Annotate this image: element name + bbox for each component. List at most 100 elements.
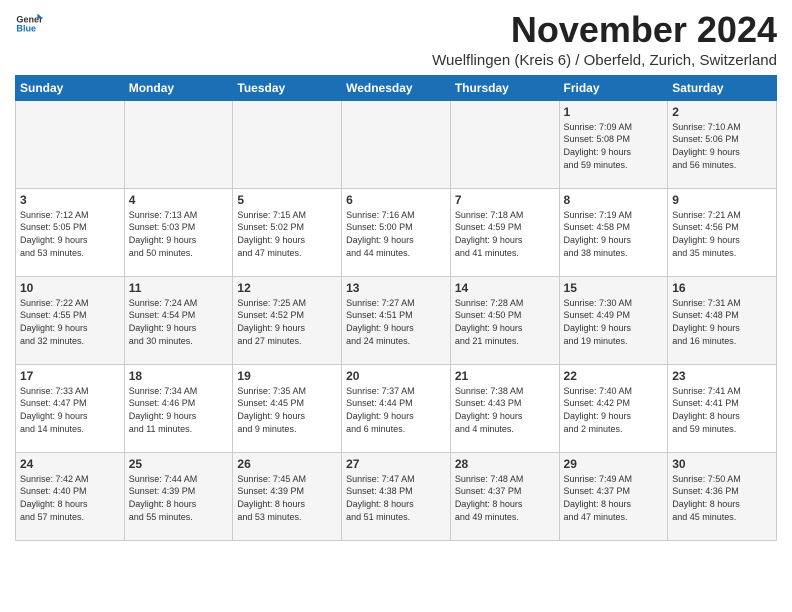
day-number: 26 <box>237 456 337 472</box>
calendar-cell: 11Sunrise: 7:24 AM Sunset: 4:54 PM Dayli… <box>124 276 233 364</box>
day-number: 3 <box>20 192 120 208</box>
logo: General Blue <box>15 10 43 38</box>
logo-icon: General Blue <box>15 10 43 38</box>
header: General Blue November 2024 Wuelflingen (… <box>15 10 777 69</box>
calendar-cell: 21Sunrise: 7:38 AM Sunset: 4:43 PM Dayli… <box>450 364 559 452</box>
day-info: Sunrise: 7:48 AM Sunset: 4:37 PM Dayligh… <box>455 473 555 523</box>
weekday-header-friday: Friday <box>559 75 668 100</box>
day-number: 21 <box>455 368 555 384</box>
day-info: Sunrise: 7:21 AM Sunset: 4:56 PM Dayligh… <box>672 209 772 259</box>
day-info: Sunrise: 7:16 AM Sunset: 5:00 PM Dayligh… <box>346 209 446 259</box>
calendar-cell: 23Sunrise: 7:41 AM Sunset: 4:41 PM Dayli… <box>668 364 777 452</box>
day-info: Sunrise: 7:24 AM Sunset: 4:54 PM Dayligh… <box>129 297 229 347</box>
weekday-header-wednesday: Wednesday <box>342 75 451 100</box>
day-info: Sunrise: 7:33 AM Sunset: 4:47 PM Dayligh… <box>20 385 120 435</box>
day-number: 23 <box>672 368 772 384</box>
day-info: Sunrise: 7:45 AM Sunset: 4:39 PM Dayligh… <box>237 473 337 523</box>
day-number: 22 <box>564 368 664 384</box>
calendar-cell: 5Sunrise: 7:15 AM Sunset: 5:02 PM Daylig… <box>233 188 342 276</box>
weekday-header-monday: Monday <box>124 75 233 100</box>
day-number: 9 <box>672 192 772 208</box>
calendar-cell <box>16 100 125 188</box>
calendar-cell: 26Sunrise: 7:45 AM Sunset: 4:39 PM Dayli… <box>233 452 342 540</box>
day-info: Sunrise: 7:49 AM Sunset: 4:37 PM Dayligh… <box>564 473 664 523</box>
day-info: Sunrise: 7:42 AM Sunset: 4:40 PM Dayligh… <box>20 473 120 523</box>
day-info: Sunrise: 7:25 AM Sunset: 4:52 PM Dayligh… <box>237 297 337 347</box>
subtitle: Wuelflingen (Kreis 6) / Oberfeld, Zurich… <box>43 52 777 69</box>
day-number: 17 <box>20 368 120 384</box>
weekday-header-tuesday: Tuesday <box>233 75 342 100</box>
day-info: Sunrise: 7:22 AM Sunset: 4:55 PM Dayligh… <box>20 297 120 347</box>
calendar-cell: 24Sunrise: 7:42 AM Sunset: 4:40 PM Dayli… <box>16 452 125 540</box>
day-number: 14 <box>455 280 555 296</box>
weekday-header-thursday: Thursday <box>450 75 559 100</box>
calendar-cell <box>342 100 451 188</box>
calendar-cell: 9Sunrise: 7:21 AM Sunset: 4:56 PM Daylig… <box>668 188 777 276</box>
day-number: 28 <box>455 456 555 472</box>
weekday-header-sunday: Sunday <box>16 75 125 100</box>
calendar-cell: 22Sunrise: 7:40 AM Sunset: 4:42 PM Dayli… <box>559 364 668 452</box>
calendar-header-row: SundayMondayTuesdayWednesdayThursdayFrid… <box>16 75 777 100</box>
day-number: 4 <box>129 192 229 208</box>
calendar-cell: 14Sunrise: 7:28 AM Sunset: 4:50 PM Dayli… <box>450 276 559 364</box>
calendar-week-4: 17Sunrise: 7:33 AM Sunset: 4:47 PM Dayli… <box>16 364 777 452</box>
calendar-cell: 4Sunrise: 7:13 AM Sunset: 5:03 PM Daylig… <box>124 188 233 276</box>
day-info: Sunrise: 7:28 AM Sunset: 4:50 PM Dayligh… <box>455 297 555 347</box>
calendar-cell: 8Sunrise: 7:19 AM Sunset: 4:58 PM Daylig… <box>559 188 668 276</box>
calendar-week-3: 10Sunrise: 7:22 AM Sunset: 4:55 PM Dayli… <box>16 276 777 364</box>
calendar-table: SundayMondayTuesdayWednesdayThursdayFrid… <box>15 75 777 541</box>
calendar-cell: 12Sunrise: 7:25 AM Sunset: 4:52 PM Dayli… <box>233 276 342 364</box>
day-number: 8 <box>564 192 664 208</box>
day-info: Sunrise: 7:44 AM Sunset: 4:39 PM Dayligh… <box>129 473 229 523</box>
day-number: 10 <box>20 280 120 296</box>
day-number: 2 <box>672 104 772 120</box>
day-number: 19 <box>237 368 337 384</box>
day-info: Sunrise: 7:37 AM Sunset: 4:44 PM Dayligh… <box>346 385 446 435</box>
calendar-cell <box>450 100 559 188</box>
calendar-cell: 30Sunrise: 7:50 AM Sunset: 4:36 PM Dayli… <box>668 452 777 540</box>
calendar-cell <box>233 100 342 188</box>
title-area: November 2024 Wuelflingen (Kreis 6) / Ob… <box>43 10 777 69</box>
calendar-week-5: 24Sunrise: 7:42 AM Sunset: 4:40 PM Dayli… <box>16 452 777 540</box>
day-info: Sunrise: 7:47 AM Sunset: 4:38 PM Dayligh… <box>346 473 446 523</box>
day-number: 6 <box>346 192 446 208</box>
day-info: Sunrise: 7:40 AM Sunset: 4:42 PM Dayligh… <box>564 385 664 435</box>
calendar-cell: 16Sunrise: 7:31 AM Sunset: 4:48 PM Dayli… <box>668 276 777 364</box>
day-number: 11 <box>129 280 229 296</box>
day-info: Sunrise: 7:35 AM Sunset: 4:45 PM Dayligh… <box>237 385 337 435</box>
calendar-cell: 25Sunrise: 7:44 AM Sunset: 4:39 PM Dayli… <box>124 452 233 540</box>
day-info: Sunrise: 7:18 AM Sunset: 4:59 PM Dayligh… <box>455 209 555 259</box>
day-info: Sunrise: 7:10 AM Sunset: 5:06 PM Dayligh… <box>672 121 772 171</box>
day-number: 30 <box>672 456 772 472</box>
day-info: Sunrise: 7:19 AM Sunset: 4:58 PM Dayligh… <box>564 209 664 259</box>
day-number: 15 <box>564 280 664 296</box>
calendar-cell: 17Sunrise: 7:33 AM Sunset: 4:47 PM Dayli… <box>16 364 125 452</box>
calendar-week-1: 1Sunrise: 7:09 AM Sunset: 5:08 PM Daylig… <box>16 100 777 188</box>
day-number: 18 <box>129 368 229 384</box>
day-info: Sunrise: 7:12 AM Sunset: 5:05 PM Dayligh… <box>20 209 120 259</box>
day-number: 5 <box>237 192 337 208</box>
calendar-cell: 28Sunrise: 7:48 AM Sunset: 4:37 PM Dayli… <box>450 452 559 540</box>
day-info: Sunrise: 7:38 AM Sunset: 4:43 PM Dayligh… <box>455 385 555 435</box>
calendar-cell: 13Sunrise: 7:27 AM Sunset: 4:51 PM Dayli… <box>342 276 451 364</box>
day-info: Sunrise: 7:34 AM Sunset: 4:46 PM Dayligh… <box>129 385 229 435</box>
weekday-header-saturday: Saturday <box>668 75 777 100</box>
calendar-cell: 18Sunrise: 7:34 AM Sunset: 4:46 PM Dayli… <box>124 364 233 452</box>
day-info: Sunrise: 7:15 AM Sunset: 5:02 PM Dayligh… <box>237 209 337 259</box>
day-number: 29 <box>564 456 664 472</box>
day-number: 25 <box>129 456 229 472</box>
calendar-cell: 15Sunrise: 7:30 AM Sunset: 4:49 PM Dayli… <box>559 276 668 364</box>
month-title: November 2024 <box>43 10 777 50</box>
calendar-cell <box>124 100 233 188</box>
day-info: Sunrise: 7:31 AM Sunset: 4:48 PM Dayligh… <box>672 297 772 347</box>
calendar-cell: 19Sunrise: 7:35 AM Sunset: 4:45 PM Dayli… <box>233 364 342 452</box>
day-info: Sunrise: 7:27 AM Sunset: 4:51 PM Dayligh… <box>346 297 446 347</box>
calendar-cell: 2Sunrise: 7:10 AM Sunset: 5:06 PM Daylig… <box>668 100 777 188</box>
calendar-cell: 1Sunrise: 7:09 AM Sunset: 5:08 PM Daylig… <box>559 100 668 188</box>
day-number: 7 <box>455 192 555 208</box>
calendar-week-2: 3Sunrise: 7:12 AM Sunset: 5:05 PM Daylig… <box>16 188 777 276</box>
day-info: Sunrise: 7:50 AM Sunset: 4:36 PM Dayligh… <box>672 473 772 523</box>
calendar-cell: 10Sunrise: 7:22 AM Sunset: 4:55 PM Dayli… <box>16 276 125 364</box>
day-number: 1 <box>564 104 664 120</box>
calendar-cell: 3Sunrise: 7:12 AM Sunset: 5:05 PM Daylig… <box>16 188 125 276</box>
